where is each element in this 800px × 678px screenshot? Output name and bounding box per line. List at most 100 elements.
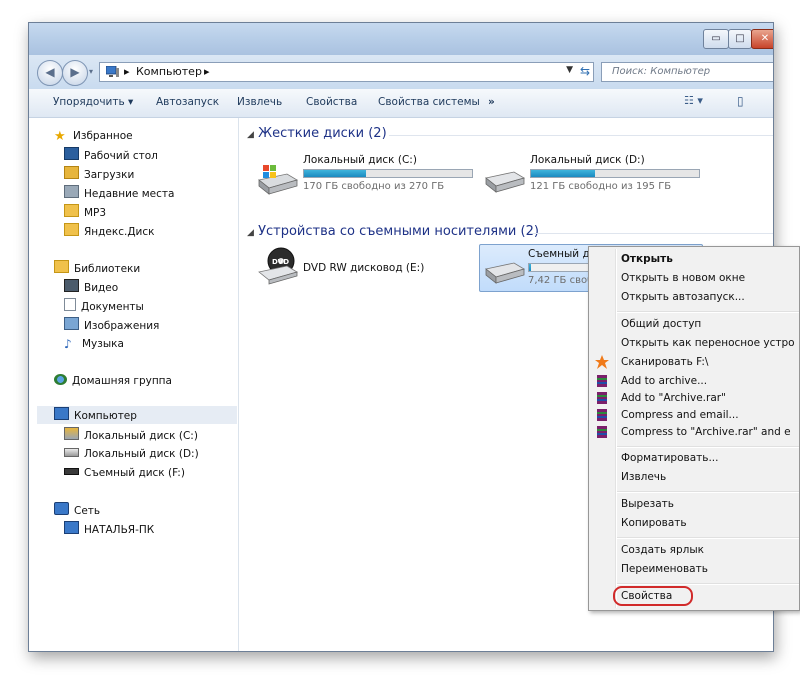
menu-open-new-window[interactable]: Открыть в новом окне xyxy=(621,272,745,284)
nav-pictures[interactable]: Изображения xyxy=(64,317,159,334)
menu-open-portable-device[interactable]: Открыть как переносное устро xyxy=(621,337,795,349)
menu-format[interactable]: Форматировать... xyxy=(621,452,718,464)
breadcrumb-computer[interactable]: Компьютер xyxy=(136,65,202,78)
winrar-icon xyxy=(597,426,607,438)
organize-button[interactable]: Упорядочить ▾ xyxy=(53,96,133,108)
menu-separator xyxy=(617,311,799,313)
eject-button[interactable]: Извлечь xyxy=(237,96,282,108)
drive-f-usage-fill xyxy=(529,264,531,271)
maximize-button[interactable]: □ xyxy=(728,29,752,49)
preview-pane-icon[interactable]: ▯ xyxy=(737,94,744,108)
nav-computer[interactable]: Компьютер xyxy=(54,407,137,424)
nav-downloads[interactable]: Загрузки xyxy=(64,166,134,183)
menu-compress-email[interactable]: Compress and email... xyxy=(621,409,739,421)
menu-share[interactable]: Общий доступ xyxy=(621,318,701,330)
group-removable[interactable]: ◢ Устройства со съемными носителями (2) xyxy=(247,224,539,239)
network-icon xyxy=(54,502,69,515)
folder-icon xyxy=(64,204,79,217)
hard-drive-icon xyxy=(64,448,79,457)
close-button[interactable]: ✕ xyxy=(751,29,773,49)
title-bar: ▭ □ ✕ xyxy=(29,23,773,55)
nav-recent-places[interactable]: Недавние места xyxy=(64,185,174,202)
group-divider xyxy=(389,135,773,136)
drive-d-usage-bar xyxy=(530,169,700,178)
recent-places-icon xyxy=(64,185,79,198)
menu-separator xyxy=(617,583,799,585)
menu-copy[interactable]: Копировать xyxy=(621,517,687,529)
breadcrumb-separator-icon[interactable]: ▸ xyxy=(204,65,210,78)
drive-e-tile[interactable]: DVD DVD RW дисковод (E:) xyxy=(257,246,482,290)
nav-drive-c[interactable]: Локальный диск (C:) xyxy=(64,427,198,444)
documents-icon xyxy=(64,298,76,311)
drive-d-tile[interactable]: Локальный диск (D:) 121 ГБ свободно из 1… xyxy=(484,154,709,198)
back-arrow-icon: ◀ xyxy=(45,65,55,79)
removable-drive-icon xyxy=(485,262,525,284)
video-icon xyxy=(64,279,79,292)
properties-button[interactable]: Свойства xyxy=(306,96,357,108)
nav-drive-f[interactable]: Съемный диск (F:) xyxy=(64,465,185,482)
removable-drive-icon xyxy=(64,468,79,475)
menu-cut[interactable]: Вырезать xyxy=(621,498,674,510)
nav-favorites[interactable]: ★ Избранное xyxy=(54,128,133,145)
nav-yandex-disk[interactable]: Яндекс.Диск xyxy=(64,223,154,240)
nav-mp3[interactable]: MP3 xyxy=(64,204,106,221)
address-bar[interactable]: ▸ Компьютер ▸ ▼ ⇆ xyxy=(99,62,594,82)
menu-rename[interactable]: Переименовать xyxy=(621,563,708,575)
nav-desktop[interactable]: Рабочий стол xyxy=(64,147,158,164)
nav-libraries[interactable]: Библиотеки xyxy=(54,260,140,277)
menu-open-autorun[interactable]: Открыть автозапуск... xyxy=(621,291,745,303)
svg-text:DVD: DVD xyxy=(272,258,289,266)
nav-homegroup[interactable]: Домашняя группа xyxy=(54,373,172,390)
group-hard-disks[interactable]: ◢ Жесткие диски (2) xyxy=(247,126,387,141)
nav-music[interactable]: ♪ Музыка xyxy=(64,336,124,353)
nav-video[interactable]: Видео xyxy=(64,279,118,296)
refresh-icon[interactable]: ⇆ xyxy=(580,64,590,78)
search-box[interactable]: Поиск: Компьютер xyxy=(601,62,773,82)
address-dropdown-icon[interactable]: ▼ xyxy=(566,65,573,75)
collapse-arrow-icon[interactable]: ◢ xyxy=(247,130,254,140)
nav-network[interactable]: Сеть xyxy=(54,502,100,519)
winrar-icon xyxy=(597,392,607,404)
folder-icon xyxy=(64,223,79,236)
search-placeholder: Поиск: Компьютер xyxy=(612,66,711,77)
menu-separator xyxy=(617,491,799,493)
drive-f-free-space: 7,42 ГБ своб xyxy=(528,275,594,286)
breadcrumb-separator-icon[interactable]: ▸ xyxy=(124,65,130,78)
recent-pages-chevron-icon[interactable]: ▾ xyxy=(89,67,93,76)
collapse-arrow-icon[interactable]: ◢ xyxy=(247,228,254,238)
menu-eject[interactable]: Извлечь xyxy=(621,471,666,483)
menu-compress-to-rar-email[interactable]: Compress to "Archive.rar" and e xyxy=(621,426,791,438)
nav-drive-d[interactable]: Локальный диск (D:) xyxy=(64,446,199,463)
menu-add-to-archive[interactable]: Add to archive... xyxy=(621,375,707,387)
forward-button[interactable]: ▶ xyxy=(62,60,88,86)
menu-scan[interactable]: Сканировать F:\ xyxy=(621,356,708,368)
downloads-folder-icon xyxy=(64,166,79,179)
menu-open[interactable]: Открыть xyxy=(621,253,673,265)
menu-separator xyxy=(617,446,799,448)
drive-c-tile[interactable]: Локальный диск (C:) 170 ГБ свободно из 2… xyxy=(257,154,482,198)
windows-drive-icon xyxy=(64,427,79,440)
drive-c-usage-fill xyxy=(304,170,367,177)
back-button[interactable]: ◀ xyxy=(37,60,63,86)
desktop-icon xyxy=(64,147,79,160)
nav-documents[interactable]: Документы xyxy=(64,298,144,315)
minimize-button[interactable]: ▭ xyxy=(703,29,729,49)
nav-network-pc[interactable]: НАТАЛЬЯ-ПК xyxy=(64,521,154,538)
system-properties-button[interactable]: Свойства системы xyxy=(378,96,480,108)
drive-c-name: Локальный диск (C:) xyxy=(303,154,417,166)
star-icon: ★ xyxy=(54,129,66,144)
autorun-button[interactable]: Автозапуск xyxy=(156,96,219,108)
menu-create-shortcut[interactable]: Создать ярлык xyxy=(621,544,704,556)
command-bar: Упорядочить ▾ Автозапуск Извлечь Свойств… xyxy=(29,89,773,118)
menu-add-to-archive-rar[interactable]: Add to "Archive.rar" xyxy=(621,392,726,404)
view-options-icon[interactable]: ☷ ▾ xyxy=(684,94,703,107)
drive-c-usage-bar xyxy=(303,169,473,178)
drive-d-name: Локальный диск (D:) xyxy=(530,154,645,166)
more-commands-button[interactable]: » xyxy=(488,96,495,108)
properties-highlight-ring xyxy=(613,586,693,606)
drive-c-free-space: 170 ГБ свободно из 270 ГБ xyxy=(303,181,445,192)
computer-icon xyxy=(64,521,79,534)
menu-separator xyxy=(617,537,799,539)
context-menu: Открыть Открыть в новом окне Открыть авт… xyxy=(588,246,800,611)
winrar-icon xyxy=(597,375,607,387)
